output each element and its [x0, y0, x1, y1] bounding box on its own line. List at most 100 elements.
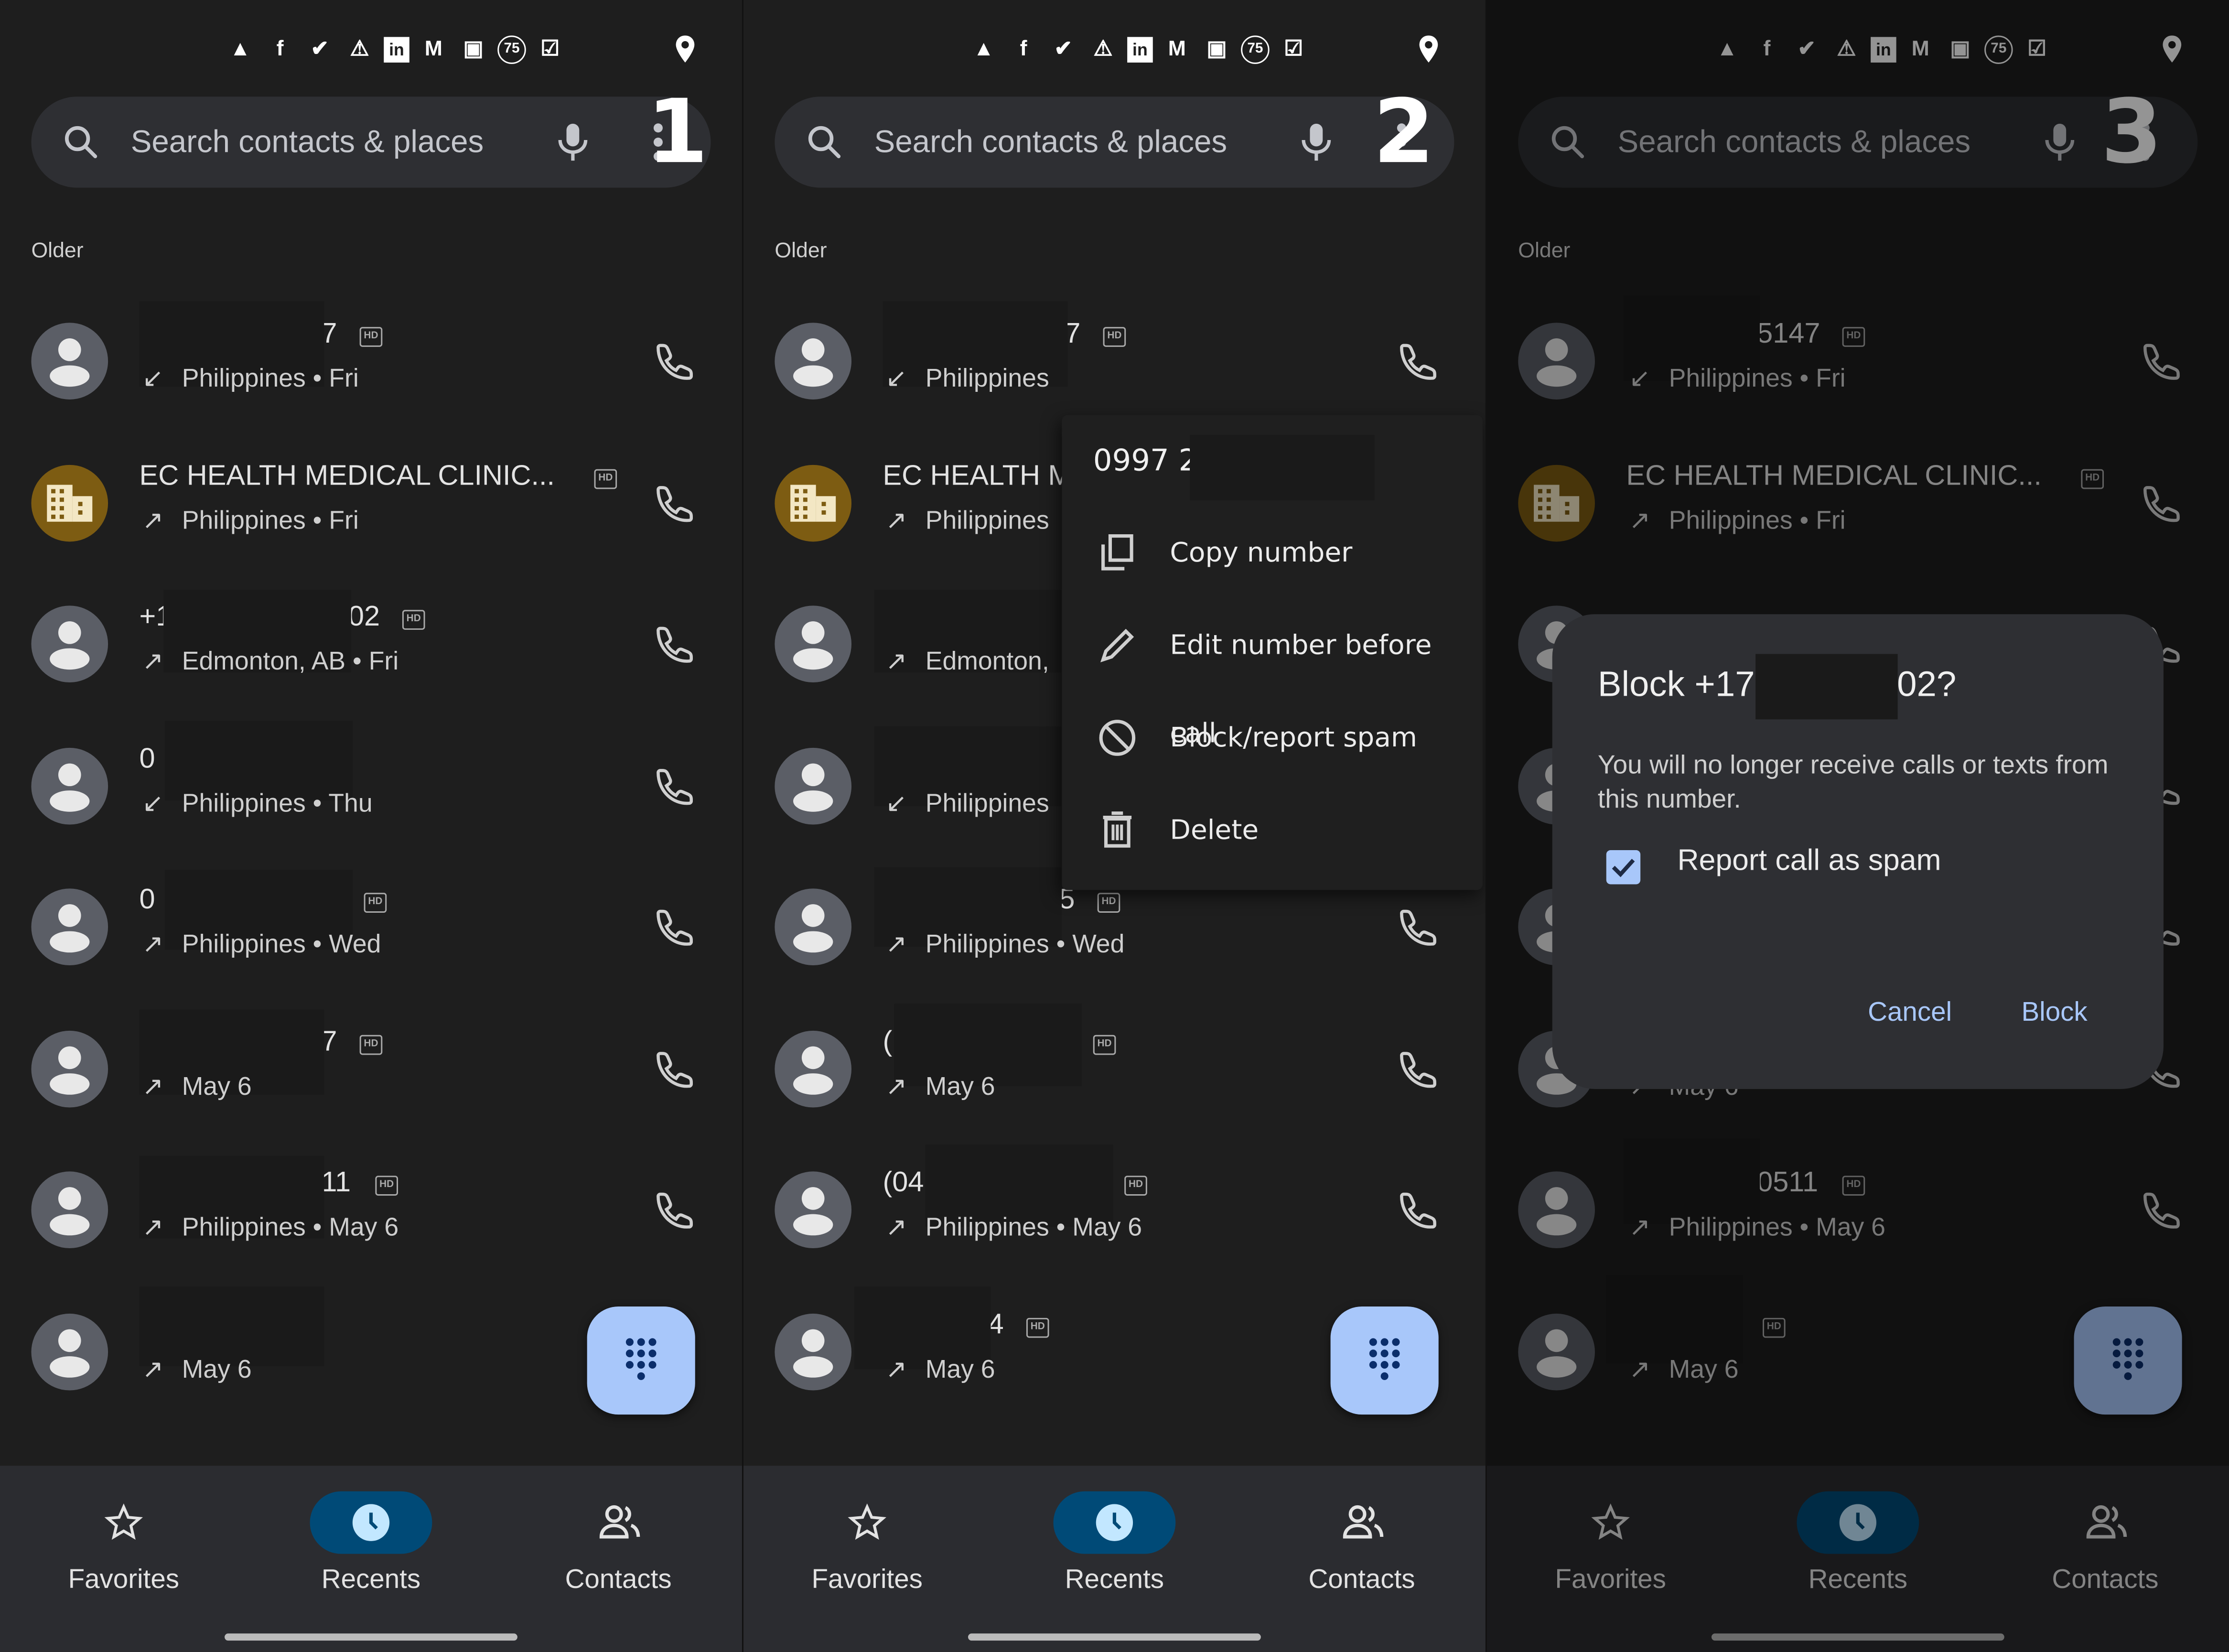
call-button-phone-icon[interactable] [654, 624, 697, 667]
search-icon [808, 126, 841, 159]
call-details: ↗ May 6 [142, 1354, 252, 1384]
location-pin-icon [676, 35, 695, 63]
call-button-phone-icon[interactable] [1397, 1048, 1440, 1091]
hd-call-badge: HD [1093, 1034, 1116, 1054]
search-input[interactable]: Search contacts & places [874, 97, 1228, 187]
call-location-date: May 6 [182, 1071, 252, 1100]
outgoing-call-arrow-icon: ↗ [885, 1354, 907, 1383]
contact-avatar [775, 1313, 852, 1390]
tab-contacts[interactable]: Contacts [495, 1466, 742, 1608]
outgoing-call-arrow-icon: ↗ [142, 929, 164, 959]
call-log-row[interactable]: 7 HD ↗ May 6 [0, 1008, 742, 1145]
dialog-title: Block +17 02? [1598, 654, 1956, 720]
call-location-date: Philippines • Wed [925, 929, 1125, 959]
menu-phone-number: 0997 2 [1093, 443, 1198, 478]
hd-call-badge: HD [1026, 1317, 1049, 1337]
clock-icon [352, 1504, 390, 1541]
call-details: ↙ Philippines • Thu [142, 788, 373, 818]
badge-75-icon: 75 [1241, 35, 1270, 64]
person-icon [801, 763, 825, 786]
call-log-row[interactable]: 7 HD ↙ Philippines • Fri [0, 301, 742, 438]
business-avatar [31, 464, 108, 541]
contacts-icon [599, 1505, 640, 1539]
step-number-label: 2 [1373, 79, 1435, 184]
call-location-date: Philippines • Thu [182, 788, 373, 817]
search-bar[interactable]: Search contacts & places [31, 97, 711, 188]
menu-item-copy-number[interactable]: Copy number [1062, 509, 1483, 597]
menu-item-label: Block/report spam [1170, 722, 1417, 754]
call-details: ↗ Philippines • Wed [142, 930, 381, 960]
badge-75-icon: 75 [497, 35, 526, 64]
redacted-region [1755, 654, 1897, 720]
call-button-phone-icon[interactable] [654, 907, 697, 950]
call-log-row[interactable]: 0 ↙ Philippines • Thu [0, 720, 742, 863]
call-button-phone-icon[interactable] [654, 1190, 697, 1232]
call-button-phone-icon[interactable] [1397, 907, 1440, 950]
menu-item-block-report-spam[interactable]: Block/report spam [1062, 694, 1483, 782]
check-icon: ✔ [311, 37, 329, 61]
person-icon-body [50, 648, 90, 670]
menu-item-delete[interactable]: Delete [1062, 786, 1483, 874]
report-spam-label[interactable]: Report call as spam [1678, 844, 1941, 878]
call-details: ↙ Philippines • Fri [142, 364, 359, 394]
call-log-row[interactable]: (04 HD ↗ Philippines • May 6 [743, 1144, 1486, 1287]
dialpad-button[interactable] [1330, 1306, 1439, 1415]
call-log-row[interactable]: 0 HD ↗ Philippines • Wed [0, 867, 742, 1004]
dialpad-button[interactable] [587, 1306, 695, 1415]
photos-icon: ▣ [463, 37, 484, 61]
menu-item-edit-number-before-call[interactable]: Edit number before call [1062, 601, 1483, 749]
warning-icon: ⚠ [350, 37, 369, 61]
tab-label: Contacts [565, 1565, 672, 1595]
status-bar: ▲ f ✔ ⚠ in M ▣ 75 ☑ [743, 31, 1486, 71]
call-details: ↗ Philippines • Wed [885, 930, 1124, 960]
call-details: ↗ May 6 [885, 1071, 995, 1101]
tab-contacts[interactable]: Contacts [1238, 1466, 1486, 1608]
microphone-icon[interactable] [1298, 122, 1335, 162]
search-bar[interactable]: Search contacts & places [775, 97, 1454, 188]
business-avatar [775, 464, 852, 541]
caller-name: 11 [321, 1167, 351, 1199]
call-button-phone-icon[interactable] [654, 766, 697, 808]
person-icon-body [793, 789, 833, 811]
call-button-phone-icon[interactable] [654, 483, 697, 525]
call-button-phone-icon[interactable] [654, 341, 697, 384]
call-button-phone-icon[interactable] [654, 1048, 697, 1091]
call-location-date: Philippines [925, 788, 1049, 817]
contact-avatar [31, 605, 108, 682]
person-icon-body [50, 789, 90, 811]
home-indicator[interactable] [225, 1633, 517, 1641]
cancel-button[interactable]: Cancel [1868, 998, 1952, 1029]
microphone-icon[interactable] [554, 122, 591, 162]
call-location-date: Edmonton, AB • Fri [182, 647, 399, 676]
person-icon-body [50, 931, 90, 953]
call-log-row[interactable]: (HD ↗ May 6 [743, 1003, 1486, 1145]
person-icon-body [50, 1072, 90, 1094]
incoming-call-arrow-icon: ↙ [142, 364, 164, 393]
outgoing-call-arrow-icon: ↗ [885, 929, 907, 959]
tab-recents[interactable]: Recents [991, 1466, 1238, 1608]
call-log-row[interactable]: +1 02 HD ↗ Edmonton, AB • Fri [0, 584, 742, 721]
tab-recents[interactable]: Recents [248, 1466, 495, 1608]
call-button-phone-icon[interactable] [1397, 1190, 1440, 1232]
call-log-row[interactable]: EC HEALTH MEDICAL CLINIC... HD ↗ Philippine… [0, 443, 742, 580]
block-button[interactable]: Block [2021, 998, 2087, 1029]
hd-call-badge: HD [1103, 327, 1126, 347]
report-spam-checkbox[interactable] [1606, 850, 1641, 885]
hd-call-badge: HD [375, 1176, 398, 1196]
contact-avatar [31, 1030, 108, 1107]
tab-favorites[interactable]: Favorites [743, 1466, 991, 1608]
tab-label: Favorites [811, 1565, 923, 1595]
call-details: ↙ Philippines [885, 364, 1049, 394]
tab-favorites[interactable]: Favorites [0, 1466, 248, 1608]
call-log-row[interactable]: 11 HD ↗ Philippines • May 6 [0, 1150, 742, 1287]
person-icon [801, 1328, 825, 1351]
person-icon-body [793, 1072, 833, 1094]
dialog-message: You will no longer receive calls or text… [1597, 749, 2109, 813]
person-icon-body [793, 365, 833, 387]
home-indicator[interactable] [968, 1633, 1261, 1641]
person-icon-body [50, 1355, 90, 1377]
search-input[interactable]: Search contacts & places [131, 97, 484, 187]
call-details: ↗ Philippines [885, 506, 1049, 535]
call-button-phone-icon[interactable] [1397, 341, 1440, 384]
outgoing-call-arrow-icon: ↗ [142, 1071, 164, 1100]
